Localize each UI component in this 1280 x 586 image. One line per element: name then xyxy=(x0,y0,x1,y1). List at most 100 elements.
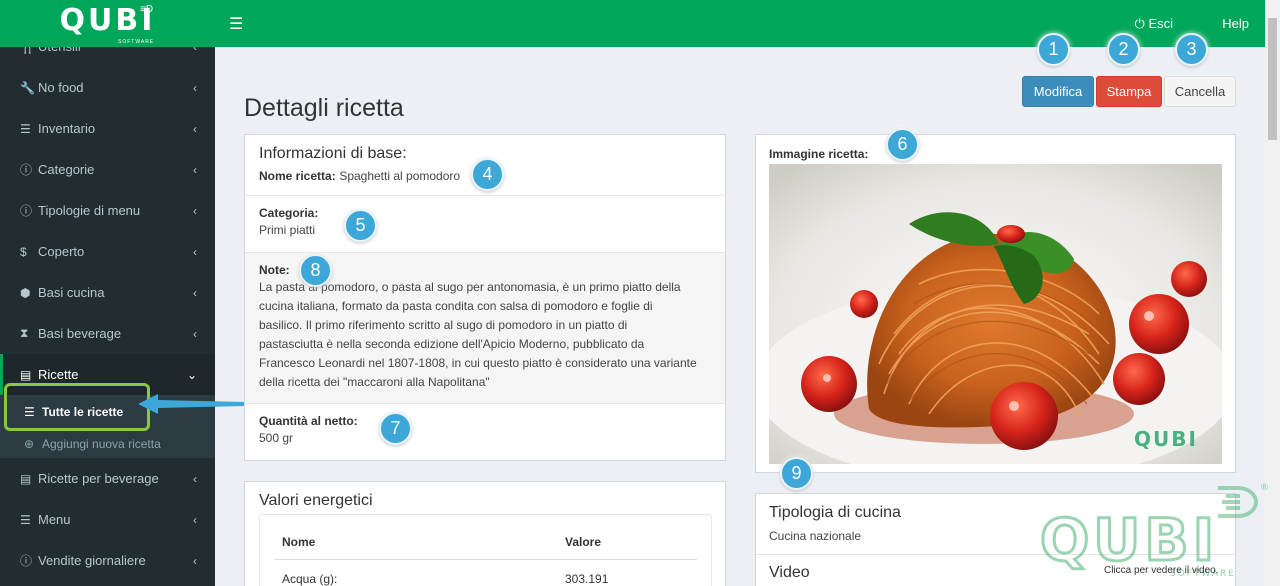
sidebar-item-label: No food xyxy=(38,80,84,95)
sidebar-item-label: Coperto xyxy=(38,244,85,259)
sidebar-item-label: Menu xyxy=(38,512,71,527)
sidebar-item-vendite[interactable]: ⓘ Vendite giornaliere ‹ xyxy=(0,540,215,581)
sidebar-item-tipologie-menu[interactable]: ⓘ Tipologie di menu ‹ xyxy=(0,190,215,231)
recipe-name-label: Nome ricetta: xyxy=(259,169,336,183)
notes-text: La pasta al pomodoro, o pasta al sugo pe… xyxy=(259,278,711,392)
cancel-button[interactable]: Cancella xyxy=(1164,76,1236,107)
callout-badge: 7 xyxy=(379,412,412,445)
recipe-image-panel: Immagine ricetta: QUBI xyxy=(755,134,1236,473)
hamburger-icon[interactable]: ☰ xyxy=(229,14,243,34)
file-icon: ▤ xyxy=(20,471,32,486)
chevron-down-icon: ⌄ xyxy=(186,367,197,382)
logo-subtitle: SOFTWARE xyxy=(118,39,155,45)
app-logo[interactable]: QUBI ≡D SOFTWARE xyxy=(0,0,215,47)
table-cell-value: 303.191 xyxy=(565,572,609,586)
callout-badge: 1 xyxy=(1037,33,1070,66)
quantity-label: Quantità al netto: xyxy=(259,414,358,428)
sidebar: 🍴Utensili‹ 🔧No food‹ ☰Inventario‹ ⓘCateg… xyxy=(0,0,215,586)
highlight-frame xyxy=(4,383,150,431)
logo-swoosh-icon: ≡D xyxy=(140,4,154,15)
recipe-image-label: Immagine ricetta: xyxy=(769,147,869,161)
sidebar-item-no-food[interactable]: 🔧 No food ‹ xyxy=(0,67,215,108)
sidebar-item-label: Vendite giornaliere xyxy=(38,553,146,568)
energy-values-panel: Valori energetici Nome Valore Acqua (g):… xyxy=(244,481,726,586)
sidebar-item-label: Ricette xyxy=(38,367,79,382)
file-icon: ▤ xyxy=(20,367,32,382)
callout-badge: 3 xyxy=(1175,33,1208,66)
chevron-left-icon: ‹ xyxy=(193,80,197,95)
energy-table: Nome Valore Acqua (g): 303.191 xyxy=(259,514,712,586)
notes-line: Francesco Leonardi nel 1807-1808, in cui… xyxy=(259,356,697,370)
logout-label: Esci xyxy=(1148,16,1173,31)
sidebar-menu: 🍴Utensili‹ 🔧No food‹ ☰Inventario‹ ⓘCateg… xyxy=(0,26,215,581)
callout-badge: 8 xyxy=(299,254,332,287)
sidebar-item-label: Tipologie di menu xyxy=(38,203,141,218)
print-button[interactable]: Stampa xyxy=(1096,76,1162,107)
category-label: Categoria: xyxy=(259,206,319,220)
panel-divider xyxy=(756,554,1235,555)
sidebar-item-label: Basi beverage xyxy=(38,326,122,341)
sidebar-item-label: Ricette per beverage xyxy=(38,471,159,486)
sidebar-item-ricette-beverage[interactable]: ▤ Ricette per beverage ‹ xyxy=(0,458,215,499)
submenu-item-label: Aggiungi nuova ricetta xyxy=(42,436,161,451)
sidebar-item-inventario[interactable]: ☰ Inventario ‹ xyxy=(0,108,215,149)
annotation-arrow xyxy=(138,394,246,414)
callout-badge: 4 xyxy=(471,158,504,191)
recipe-name-value: Spaghetti al pomodoro xyxy=(339,169,461,183)
table-header-divider xyxy=(274,559,697,560)
edit-button[interactable]: Modifica xyxy=(1022,76,1094,107)
page-scrollbar[interactable] xyxy=(1265,0,1280,586)
notes-line: basilico. Il primo riferimento scritto a… xyxy=(259,318,628,332)
chevron-left-icon: ‹ xyxy=(193,326,197,341)
column-header-value: Valore xyxy=(565,535,602,549)
column-header-name: Nome xyxy=(282,535,316,549)
sidebar-item-coperto[interactable]: $ Coperto ‹ xyxy=(0,231,215,272)
video-title: Video xyxy=(769,564,810,581)
recipe-photo: QUBI xyxy=(769,164,1222,464)
info-icon: ⓘ xyxy=(20,204,33,218)
cube-icon: ⬢ xyxy=(20,285,31,300)
quantity-section: Quantità al netto: 500 gr xyxy=(245,404,725,460)
chevron-left-icon: ‹ xyxy=(193,162,197,177)
chevron-left-icon: ‹ xyxy=(193,553,197,568)
category-section: Categoria: Primi piatti xyxy=(245,196,725,253)
pasta-dish-illustration: QUBI xyxy=(769,164,1222,464)
callout-badge: 9 xyxy=(780,457,813,490)
plus-circle-icon: ⊕ xyxy=(24,436,35,451)
top-navbar: ☰ ⏻ Esci Help xyxy=(215,0,1265,47)
quantity-value: 500 gr xyxy=(259,431,294,445)
callout-badge: 5 xyxy=(344,209,377,242)
scrollbar-thumb[interactable] xyxy=(1268,18,1277,140)
dollar-icon: $ xyxy=(20,244,27,259)
notes-line: della ricetta dei "maccaroni alla Napoli… xyxy=(259,375,490,389)
cuisine-value: Cucina nazionale xyxy=(769,529,862,543)
help-link[interactable]: Help xyxy=(1222,16,1249,31)
chevron-left-icon: ‹ xyxy=(193,121,197,136)
sidebar-item-basi-cucina[interactable]: ⬢ Basi cucina ‹ xyxy=(0,272,215,313)
sidebar-item-label: Inventario xyxy=(38,121,96,136)
logout-link[interactable]: ⏻ Esci xyxy=(1135,16,1173,32)
table-cell-name: Acqua (g): xyxy=(282,572,338,586)
photo-watermark: QUBI xyxy=(1134,427,1198,451)
video-hint: Clicca per vedere il video. xyxy=(1104,565,1219,576)
wrench-icon: 🔧 xyxy=(20,80,35,95)
list-icon: ☰ xyxy=(20,512,31,527)
info-icon: ⓘ xyxy=(20,554,33,568)
sidebar-item-categorie[interactable]: ⓘ Categorie ‹ xyxy=(0,149,215,190)
category-value: Primi piatti xyxy=(259,223,316,237)
chevron-left-icon: ‹ xyxy=(193,203,197,218)
list-icon: ☰ xyxy=(20,121,31,136)
hourglass-icon: ⧗ xyxy=(20,326,29,340)
sidebar-item-basi-beverage[interactable]: ⧗ Basi beverage ‹ xyxy=(0,313,215,354)
cuisine-title: Tipologia di cucina xyxy=(769,504,901,521)
submenu-item-aggiungi-ricetta[interactable]: ⊕ Aggiungi nuova ricetta xyxy=(0,429,215,458)
info-icon: ⓘ xyxy=(20,163,33,177)
sidebar-item-label: Basi cucina xyxy=(38,285,105,300)
energy-title: Valori energetici xyxy=(259,492,373,509)
chevron-left-icon: ‹ xyxy=(193,471,197,486)
callout-badge: 2 xyxy=(1107,33,1140,66)
sidebar-item-menu[interactable]: ☰ Menu ‹ xyxy=(0,499,215,540)
callout-badge: 6 xyxy=(886,128,919,161)
chevron-left-icon: ‹ xyxy=(193,244,197,259)
page-title: Dettagli ricetta xyxy=(244,94,404,122)
